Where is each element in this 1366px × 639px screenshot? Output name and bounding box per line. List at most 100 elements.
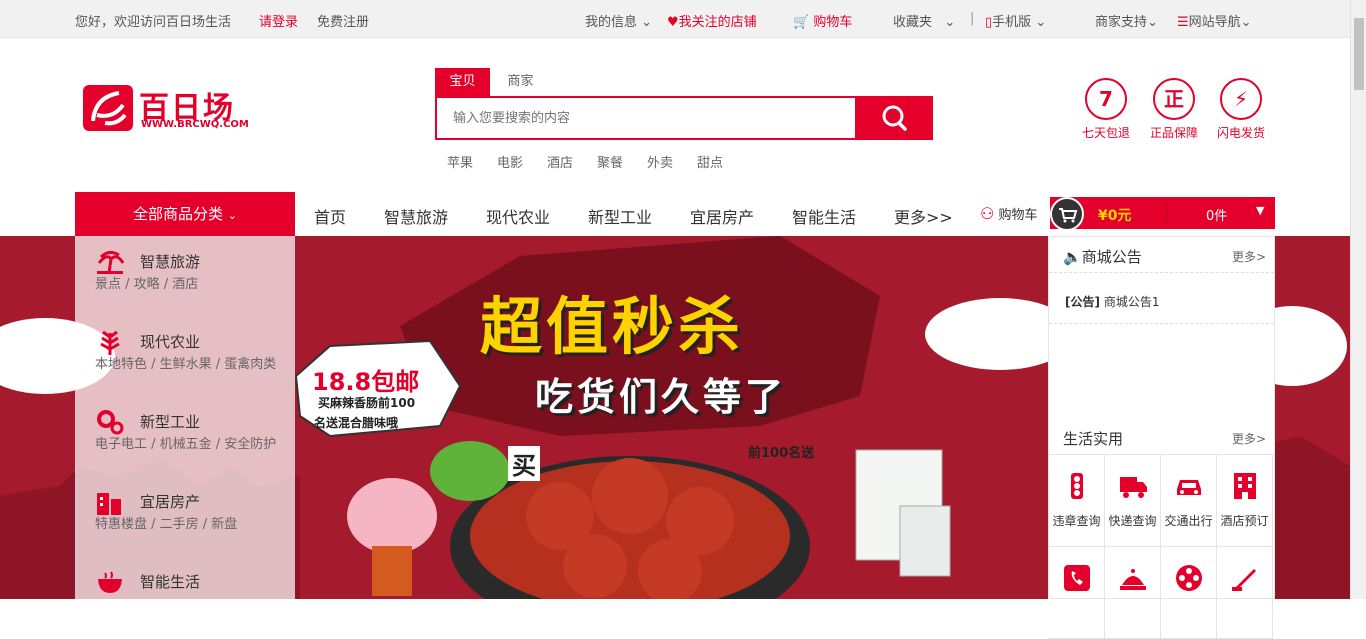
hotel-icon (1233, 473, 1256, 499)
site-logo[interactable]: 百日场 WWW.BRCWQ.COM (83, 83, 249, 133)
service-transport[interactable]: 交通出行 (1161, 455, 1217, 547)
phone-icon (1063, 565, 1090, 591)
service-dining[interactable] (1105, 547, 1161, 639)
service-label: 快递查询 (1108, 514, 1157, 528)
chevron-down-icon: ⌄ (1147, 15, 1158, 30)
dropdown-triangle-icon: ▼ (1256, 204, 1265, 217)
nav-cart-link[interactable]: ⚇ 购物车 (980, 204, 1038, 223)
service-label: 酒店预订 (1220, 514, 1269, 528)
service-label: 闪电发货 (1216, 126, 1265, 140)
notice-header: 🔈商城公告 更多> (1049, 237, 1274, 273)
service-label: 交通出行 (1164, 514, 1213, 528)
nav-item-home[interactable]: 首页 (314, 204, 346, 228)
mobile-menu[interactable]: ▯手机版 ⌄ (985, 11, 1046, 30)
chevron-down-icon: ⌄ (1240, 15, 1252, 30)
banner-badge-line1: 买麻辣香肠前100 (318, 396, 416, 410)
category-subs[interactable]: 电子电工 / 机械五金 / 安全防护 (95, 435, 285, 455)
notice-item[interactable]: [公告] 商城公告1 (1065, 293, 1159, 310)
service-express[interactable]: 快递查询 (1105, 455, 1161, 547)
hotword-link[interactable]: 聚餐 (597, 152, 623, 171)
nav-item-tourism[interactable]: 智慧旅游 (384, 204, 448, 228)
divider (1166, 203, 1167, 223)
all-categories-label: 全部商品分类 (132, 205, 223, 223)
service-traffic-violation[interactable]: 违章查询 (1049, 455, 1105, 547)
palm-tree-icon (97, 250, 125, 274)
hotword-link[interactable]: 外卖 (647, 152, 673, 171)
life-more-link[interactable]: 更多> (1232, 430, 1266, 447)
search-button[interactable] (857, 96, 933, 140)
notice-title: 🔈商城公告 (1063, 248, 1142, 266)
banner-badge-line2: 名送混合腊味哦 (314, 416, 399, 430)
banner-headline: 超值秒杀 (480, 290, 745, 363)
service-label: 七天包退 (1081, 126, 1130, 140)
life-title: 生活实用 (1063, 430, 1124, 448)
notice-more-link[interactable]: 更多> (1232, 248, 1266, 265)
search-input[interactable] (437, 98, 855, 138)
site-nav-label: 网站导航 (1188, 15, 1241, 30)
service-phone[interactable] (1049, 547, 1105, 639)
chevron-down-icon: ⌄ (944, 15, 956, 30)
category-title: 智能生活 (140, 573, 201, 591)
service-fast-delivery[interactable]: ⚡ 闪电发货 (1211, 78, 1271, 141)
life-header: 生活实用 更多> (1049, 419, 1274, 455)
wheat-icon (100, 330, 120, 355)
merchant-support-menu[interactable]: 商家支持⌄ (1095, 11, 1158, 30)
truck-icon (1119, 477, 1147, 498)
heart-icon: ♥ (667, 15, 679, 30)
hotword-link[interactable]: 甜点 (697, 152, 723, 171)
nav-item-more[interactable]: 更多>> (894, 204, 953, 228)
nav-item-smartlife[interactable]: 智能生活 (792, 204, 856, 228)
service-movie[interactable] (1161, 547, 1217, 639)
banner-top100: 前100名送 (748, 446, 815, 461)
search-box (435, 96, 857, 140)
banner-buy-word: 买 (508, 446, 540, 481)
category-title: 智慧旅游 (140, 253, 201, 271)
logo-url: WWW.BRCWQ.COM (141, 119, 249, 130)
category-title: 现代农业 (140, 333, 201, 351)
notice-tag: [公告] (1065, 295, 1100, 309)
nav-cart-label: 购物车 (998, 208, 1038, 223)
category-subs[interactable]: 特惠楼盘 / 二手房 / 新盘 (95, 515, 285, 535)
building-icon (97, 493, 121, 515)
dining-icon (1119, 569, 1146, 590)
hotword-link[interactable]: 电影 (497, 152, 523, 171)
service-label: 正品保障 (1149, 126, 1198, 140)
hotword-link[interactable]: 酒店 (547, 152, 573, 171)
tab-merchants[interactable]: 商家 (498, 68, 543, 96)
login-link[interactable]: 请登录 (259, 11, 298, 30)
traffic-light-icon (1070, 473, 1083, 499)
nav-item-realestate[interactable]: 宜居房产 (690, 204, 754, 228)
favorites-menu[interactable]: 收藏夹 ⌄ (893, 11, 955, 30)
service-repair[interactable] (1217, 547, 1273, 639)
nav-item-agriculture[interactable]: 现代农业 (486, 204, 550, 228)
banner-subline: 吃货们久等了 (535, 375, 788, 419)
service-seven-day-return[interactable]: 7 七天包退 (1076, 78, 1136, 141)
category-subs[interactable]: 本地特色 / 生鲜水果 / 蛋禽肉类 (95, 355, 285, 375)
my-info-menu[interactable]: 我的信息 ⌄ (585, 11, 652, 30)
cart-icon: 🛒 (793, 15, 810, 30)
my-info-label: 我的信息 (585, 15, 638, 30)
chevron-down-icon: ⌄ (641, 15, 653, 30)
chevron-down-icon: ⌄ (1035, 15, 1047, 30)
scrollbar-thumb[interactable] (1354, 18, 1364, 90)
right-panel: 🔈商城公告 更多> [公告] 商城公告1 生活实用 更多> 违章查询 快递查询 … (1048, 236, 1275, 639)
site-nav-menu[interactable]: ☰网站导航⌄ (1177, 11, 1252, 30)
banner-badge-title: 18.8包邮 (312, 368, 420, 396)
page-scrollbar[interactable] (1350, 0, 1366, 599)
tab-products[interactable]: 宝贝 (435, 68, 490, 96)
hotword-link[interactable]: 苹果 (447, 152, 473, 171)
nav-item-industry[interactable]: 新型工业 (588, 204, 652, 228)
chevron-down-icon: ⌄ (227, 209, 237, 222)
all-categories-button[interactable]: 全部商品分类 ⌄ (75, 192, 295, 236)
grid-icon: ☰ (1177, 15, 1189, 30)
followed-shops-link[interactable]: ♥我关注的店铺 (667, 11, 757, 30)
mobile-label: 手机版 (992, 15, 1032, 30)
divider (1049, 323, 1274, 324)
service-hotel-booking[interactable]: 酒店预订 (1217, 455, 1273, 547)
top-cart-link[interactable]: 🛒 购物车 (793, 11, 852, 30)
service-genuine[interactable]: 正 正品保障 (1144, 78, 1204, 141)
lightning-icon: ⚡ (1220, 78, 1262, 120)
register-link[interactable]: 免费注册 (317, 11, 369, 30)
divider: | (970, 11, 975, 26)
category-subs[interactable]: 景点 / 攻略 / 酒店 (95, 275, 285, 295)
